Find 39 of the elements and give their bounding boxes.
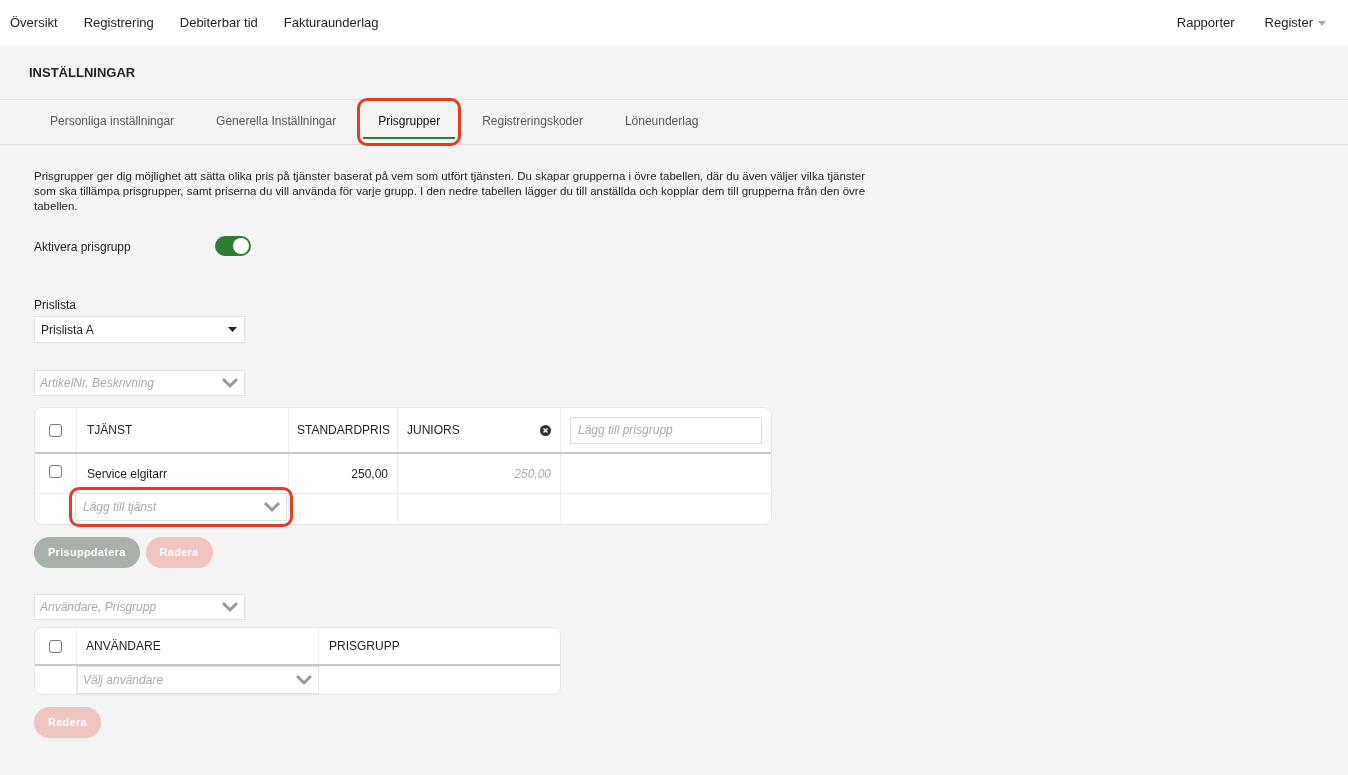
- nav-link[interactable]: Fakturaunderlag: [283, 13, 379, 33]
- caret-icon: [228, 327, 237, 332]
- column-header: JUNIORS: [407, 422, 460, 439]
- description-text: Prisgrupper ger dig möjlighet att sätta olika pris på tjänster baserat på vem som utfört tjänsten. Du skapar grupperna i övre tabellen, där du även väljer vilka tjänster som ska tillämpa prisgrupper, samt priserna du vill använda för varje grupp. I den nedre tabellen lägger du till anställda och kopplar dem till grupperna från den övre tabellen.: [34, 169, 867, 214]
- column-header: PRISGRUPP: [328, 638, 401, 655]
- service-search-field[interactable]: ArtikelNr, Beskrivning: [34, 370, 245, 396]
- tab[interactable]: Prisgrupper: [363, 105, 456, 139]
- toggle-switch[interactable]: [215, 236, 251, 256]
- checkbox[interactable]: [49, 423, 62, 437]
- add-price-group-field[interactable]: Lägg till prisgrupp: [570, 416, 762, 444]
- tab[interactable]: Registreringskoder: [467, 105, 598, 139]
- table-cell: 250,00: [398, 454, 561, 493]
- caret-icon: [1318, 20, 1326, 26]
- column-header: STANDARDPRIS: [289, 408, 398, 452]
- chevron-down-icon: [221, 377, 239, 389]
- tab[interactable]: Löneunderlag: [609, 105, 714, 139]
- chevron-down-icon: [263, 501, 281, 513]
- page-title: INSTÄLLNINGAR: [29, 63, 136, 82]
- column-header: TJÄNST: [77, 408, 289, 452]
- nav-link[interactable]: Registrering: [83, 13, 154, 33]
- select-user-field[interactable]: Välj användare: [77, 666, 319, 694]
- tab[interactable]: Personliga inställningar: [35, 105, 190, 139]
- toggle-label: Aktivera prisgrupp: [34, 239, 132, 256]
- column-header: ANVÄNDARE: [77, 628, 319, 664]
- checkbox[interactable]: [49, 465, 62, 478]
- nav-link[interactable]: Rapporter: [1176, 13, 1235, 33]
- user-search-field[interactable]: Användare, Prisgrupp: [34, 594, 245, 620]
- nav-link[interactable]: Debiterbar tid: [179, 13, 258, 33]
- chevron-down-icon: [295, 674, 313, 686]
- field-label: Prislista: [34, 297, 77, 314]
- nav-dropdown[interactable]: Register: [1264, 13, 1326, 33]
- nav-link[interactable]: Översikt: [10, 13, 58, 33]
- table-cell: 250,00: [289, 454, 398, 493]
- add-service-field[interactable]: Lägg till tjänst: [75, 493, 287, 521]
- chevron-down-icon: [221, 601, 239, 613]
- pricelist-select[interactable]: Prislista A: [34, 316, 245, 343]
- checkbox[interactable]: [49, 639, 62, 653]
- remove-column-icon[interactable]: [540, 424, 551, 436]
- tab[interactable]: Generella Inställningar: [201, 105, 352, 139]
